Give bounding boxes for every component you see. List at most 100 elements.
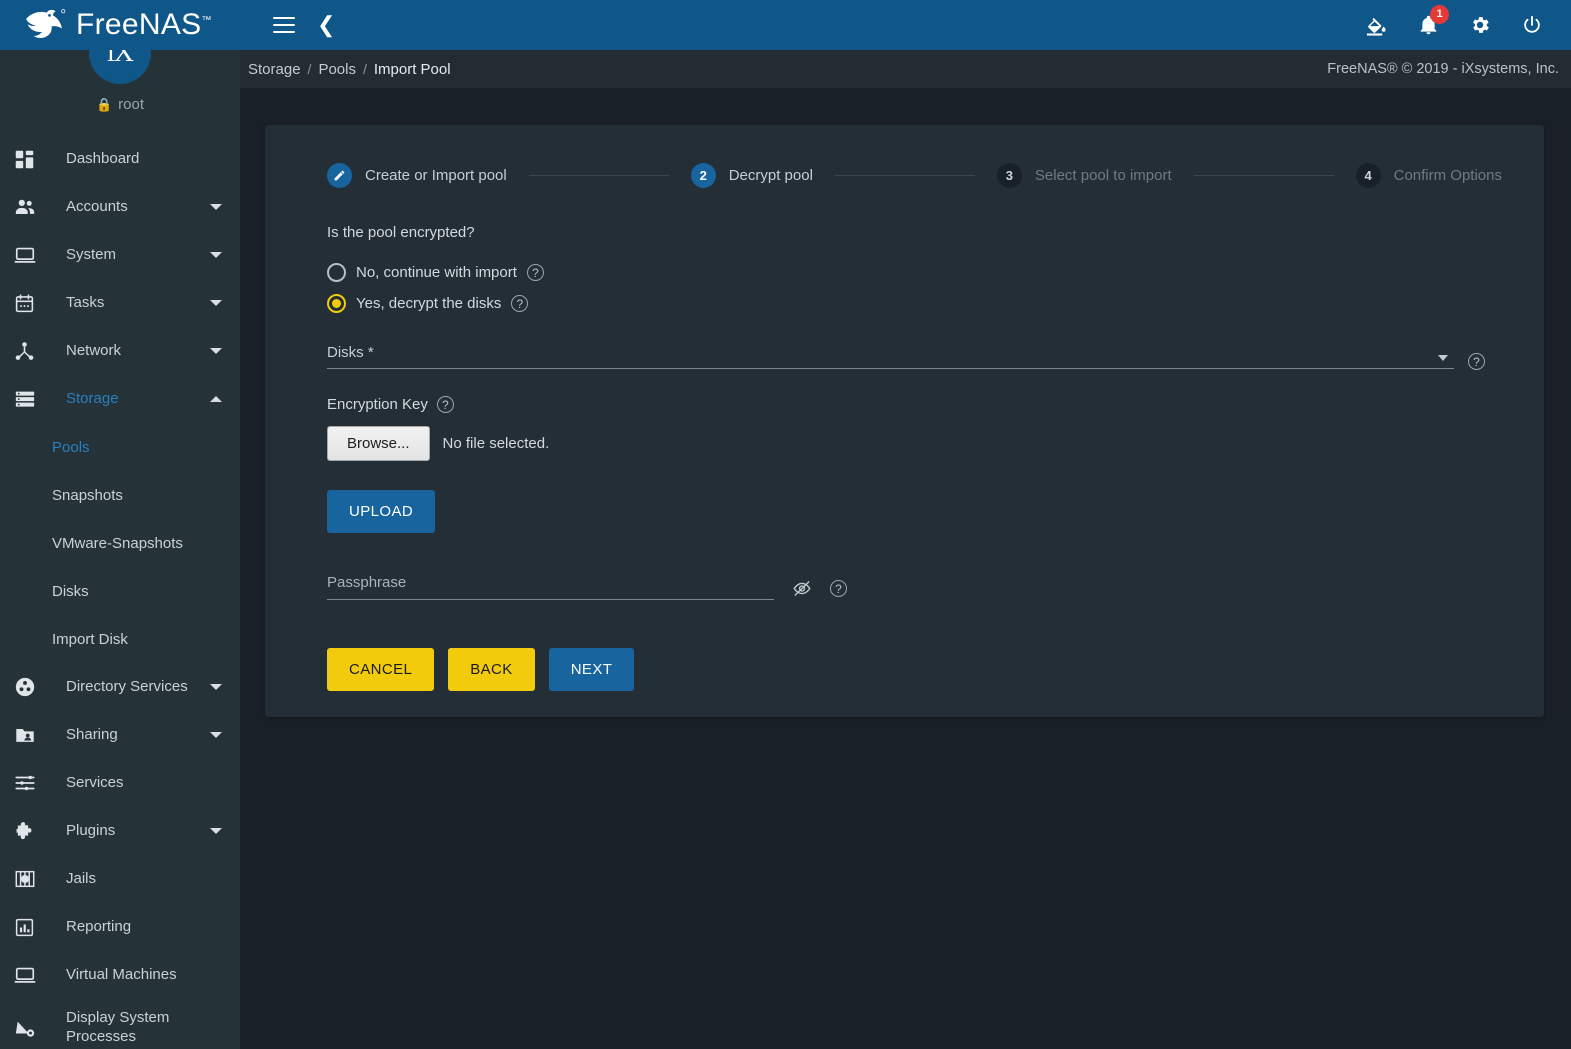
back-button[interactable]: BACK (448, 648, 535, 691)
radio-button-checked[interactable] (327, 294, 346, 313)
help-circle-icon[interactable]: ? (526, 264, 544, 281)
sidebar-item-directory-services[interactable]: Directory Services (0, 663, 240, 711)
sidebar-username[interactable]: 🔒 root (96, 96, 144, 113)
upload-button[interactable]: UPLOAD (327, 490, 436, 533)
chevron-left-icon[interactable]: ❮ (317, 14, 335, 36)
step-bubble-current: 2 (690, 163, 716, 188)
sidebar-item-label: Network (66, 342, 122, 360)
sidebar-item-network[interactable]: Network (0, 327, 240, 375)
sidebar-item-label: Accounts (66, 198, 128, 216)
eye-off-icon[interactable] (791, 579, 813, 600)
directory-services-icon (14, 676, 50, 698)
sidebar-item-plugins[interactable]: Plugins (0, 807, 240, 855)
next-button[interactable]: NEXT (548, 648, 635, 691)
sidebar-item-tasks[interactable]: Tasks (0, 279, 240, 327)
chevron-up-icon[interactable] (210, 396, 222, 402)
help-circle-icon[interactable]: ? (1468, 353, 1485, 370)
sidebar-subitem-label: VMware-Snapshots (52, 534, 183, 552)
hamburger-menu-icon[interactable] (273, 17, 295, 33)
breadcrumb-item-pools[interactable]: Pools (318, 61, 356, 78)
sidebar-item-storage[interactable]: Storage (0, 375, 240, 423)
network-node-icon (14, 341, 50, 362)
sidebar-item-import-disk[interactable]: Import Disk (0, 615, 240, 663)
sidebar-item-system[interactable]: System (0, 231, 240, 279)
storage-stack-icon (14, 388, 50, 410)
sidebar-item-disks[interactable]: Disks (0, 567, 240, 615)
sidebar-navigation: iX 🔒 root Dashboard Accounts System Task… (0, 0, 240, 1049)
sidebar-item-label: System (66, 246, 117, 264)
breadcrumb-item-storage[interactable]: Storage (248, 61, 301, 78)
sidebar-item-services[interactable]: Services (0, 759, 240, 807)
sidebar-item-virtual-machines[interactable]: Virtual Machines (0, 951, 240, 999)
paint-bucket-icon[interactable] (1365, 14, 1388, 37)
brand-logo-area[interactable]: FreeNAS™ (0, 0, 240, 50)
power-icon[interactable] (1521, 14, 1543, 36)
radio-no-continue-with-import[interactable]: No, continue with import ? (327, 257, 1502, 288)
radio-button-unchecked[interactable] (327, 263, 346, 282)
help-circle-icon[interactable]: ? (511, 295, 529, 312)
chevron-down-icon[interactable] (210, 300, 222, 306)
lock-icon: 🔒 (95, 96, 113, 112)
breadcrumb-bar: Storage / Pools / Import Pool FreeNAS® ©… (240, 50, 1571, 88)
chevron-down-icon[interactable] (1438, 355, 1448, 361)
chevron-down-icon[interactable] (210, 828, 222, 834)
decrypt-pool-form: Is the pool encrypted? No, continue with… (327, 188, 1502, 691)
monitor-icon (14, 244, 50, 266)
encryption-key-field: Encryption Key ? Browse... No file selec… (327, 396, 1502, 533)
breadcrumb: Storage / Pools / Import Pool (248, 61, 451, 78)
encryption-key-label: Encryption Key (327, 396, 428, 413)
wizard-step-select-pool-to-import[interactable]: 3 Select pool to import (996, 163, 1172, 188)
copyright-text: FreeNAS® © 2019 - iXsystems, Inc. (1327, 61, 1559, 77)
sidebar-item-pools[interactable]: Pools (0, 423, 240, 471)
sidebar-item-jails[interactable]: Jails (0, 855, 240, 903)
topbar-right-actions: 1 (1365, 4, 1571, 37)
chevron-down-icon[interactable] (210, 684, 222, 690)
disks-label: Disks * (327, 344, 374, 361)
radio-yes-decrypt-the-disks[interactable]: Yes, decrypt the disks ? (327, 288, 1502, 319)
step-bubble-idle: 4 (1355, 163, 1381, 188)
sidebar-item-display-system-processes[interactable]: Display System Processes (0, 999, 240, 1049)
help-circle-icon[interactable]: ? (436, 396, 454, 413)
wizard-step-confirm-options[interactable]: 4 Confirm Options (1355, 163, 1502, 188)
breadcrumb-item-import-pool: Import Pool (373, 60, 451, 78)
wizard-step-create-or-import-pool[interactable]: Create or Import pool (327, 163, 507, 188)
wizard-step-decrypt-pool[interactable]: 2 Decrypt pool (690, 163, 813, 188)
step-bubble-idle: 3 (996, 163, 1022, 188)
passphrase-field: ? (327, 574, 1502, 600)
breadcrumb-separator: / (362, 61, 367, 77)
username-label: root (118, 96, 145, 113)
chevron-down-icon[interactable] (210, 348, 222, 354)
step-bubble-completed (327, 163, 352, 188)
monitor-icon (14, 964, 50, 986)
sidebar-item-accounts[interactable]: Accounts (0, 183, 240, 231)
sidebar-item-sharing[interactable]: Sharing (0, 711, 240, 759)
top-navigation-bar: FreeNAS™ ❮ 1 (0, 0, 1571, 50)
sidebar-item-label: Services (66, 774, 124, 792)
chevron-down-icon[interactable] (210, 204, 222, 210)
gear-icon[interactable] (1469, 14, 1491, 36)
browse-button[interactable]: Browse... (327, 426, 430, 461)
shared-folder-icon (14, 724, 50, 746)
chevron-down-icon[interactable] (210, 252, 222, 258)
import-pool-wizard-card: Create or Import pool 2 Decrypt pool 3 S… (265, 125, 1544, 717)
disks-select[interactable]: Disks * (327, 344, 1454, 369)
bell-icon[interactable]: 1 (1418, 4, 1449, 37)
sidebar-item-vmware-snapshots[interactable]: VMware-Snapshots (0, 519, 240, 567)
passphrase-input-wrap (327, 574, 774, 600)
sidebar-item-label: Display System Processes (66, 1009, 170, 1045)
sidebar-item-reporting[interactable]: Reporting (0, 903, 240, 951)
help-circle-icon[interactable]: ? (830, 580, 847, 597)
step-connector-line (834, 175, 975, 176)
radio-label: No, continue with import (356, 264, 517, 281)
sidebar-item-label: Plugins (66, 822, 116, 840)
file-picker-row: Browse... No file selected. (327, 426, 1502, 461)
people-icon (14, 196, 50, 218)
sidebar-item-dashboard[interactable]: Dashboard (0, 135, 240, 183)
cancel-button[interactable]: CANCEL (327, 648, 435, 691)
sidebar-item-snapshots[interactable]: Snapshots (0, 471, 240, 519)
wizard-stepper: Create or Import pool 2 Decrypt pool 3 S… (327, 163, 1502, 188)
sidebar-subitem-label: Import Disk (52, 630, 128, 648)
passphrase-input[interactable] (327, 574, 774, 599)
chevron-down-icon[interactable] (210, 732, 222, 738)
sidebar-item-label: Directory Services (66, 678, 188, 696)
